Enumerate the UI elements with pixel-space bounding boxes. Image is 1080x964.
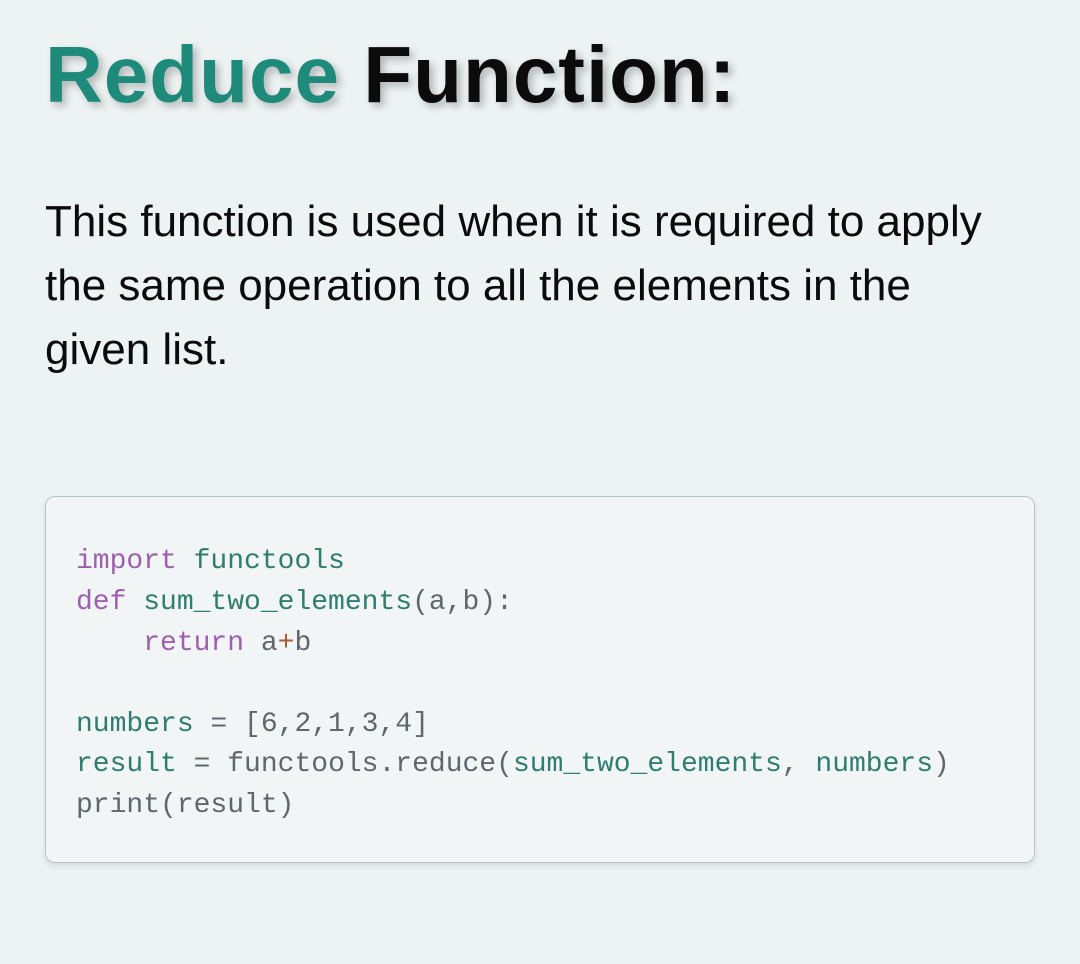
title-accent: Reduce [45, 30, 340, 119]
code-dot: . [378, 749, 395, 780]
code-list-literal: [6,2,1,3,4] [244, 709, 429, 740]
code-paren-open-2: ( [160, 790, 177, 821]
code-expr-b: b [294, 628, 311, 659]
code-keyword-def: def [76, 587, 126, 618]
page-title: Reduce Function: [45, 35, 1035, 115]
code-assign-1: = [194, 709, 244, 740]
code-comma: , [782, 749, 816, 780]
code-paren-close-2: ) [278, 790, 295, 821]
description-text: This function is used when it is require… [45, 190, 1035, 381]
code-keyword-return: return [143, 628, 244, 659]
code-paren-open-1: ( [496, 749, 513, 780]
code-indent [76, 628, 143, 659]
code-block: import functools def sum_two_elements(a,… [45, 496, 1035, 862]
code-operator-plus: + [278, 628, 295, 659]
code-var-numbers: numbers [76, 709, 194, 740]
code-paren-close-1: ) [933, 749, 950, 780]
code-module-functools: functools [177, 546, 345, 577]
code-keyword-import: import [76, 546, 177, 577]
code-func-params: (a,b): [412, 587, 513, 618]
code-print-arg: result [177, 790, 278, 821]
code-arg-list: numbers [815, 749, 933, 780]
code-print: print [76, 790, 160, 821]
code-assign-2: = [177, 749, 227, 780]
code-call-method: reduce [395, 749, 496, 780]
code-var-result: result [76, 749, 177, 780]
code-func-name: sum_two_elements [126, 587, 412, 618]
code-expr-a: a [244, 628, 278, 659]
code-arg-fn: sum_two_elements [513, 749, 782, 780]
title-main: Function: [340, 30, 737, 119]
code-call-module: functools [227, 749, 378, 780]
